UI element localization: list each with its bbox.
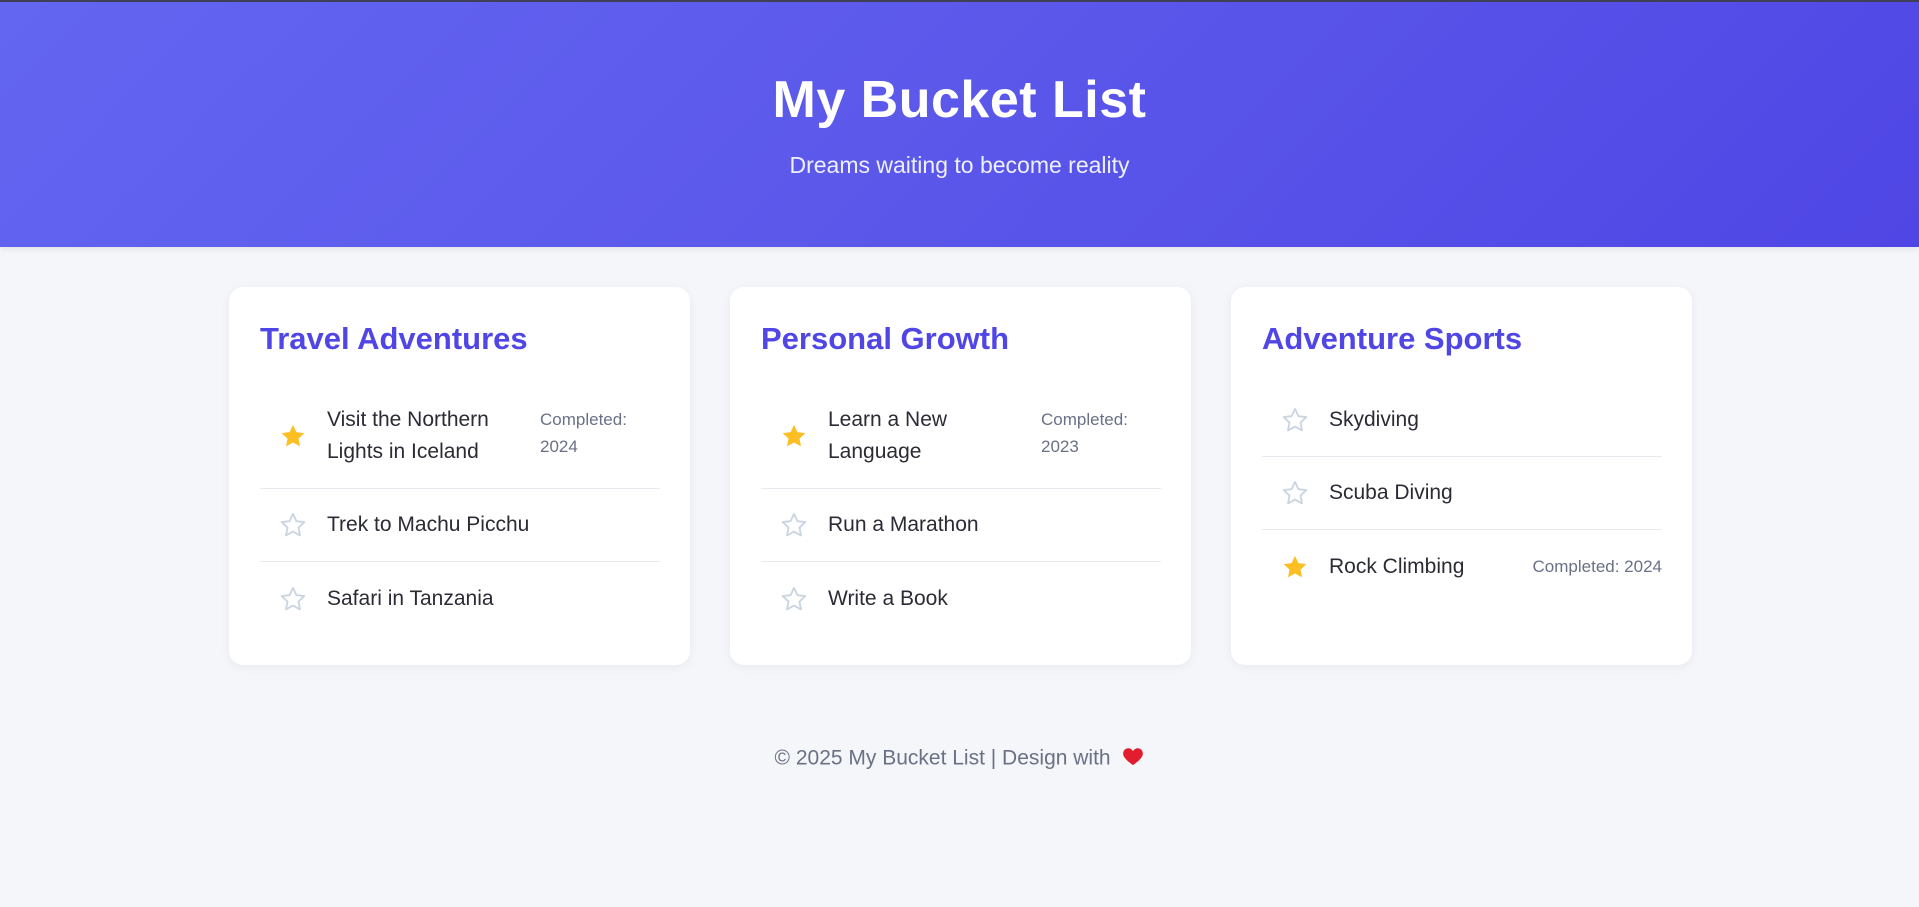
category-title: Travel Adventures xyxy=(260,321,528,356)
item-title: Write a Book xyxy=(828,586,948,610)
star-empty-icon[interactable] xyxy=(1280,405,1310,435)
star-filled-icon[interactable] xyxy=(278,421,308,451)
completed-label: Completed: 2023 xyxy=(1041,410,1128,456)
category-card-personal-growth: Personal Growth Learn a New Language Com… xyxy=(730,287,1191,665)
star-empty-icon[interactable] xyxy=(278,584,308,614)
page-title: My Bucket List xyxy=(772,71,1147,129)
star-empty-icon[interactable] xyxy=(779,510,809,540)
star-filled-icon[interactable] xyxy=(1280,552,1310,582)
star-empty-icon[interactable] xyxy=(278,510,308,540)
star-empty-icon[interactable] xyxy=(779,584,809,614)
list-item[interactable]: Write a Book xyxy=(761,562,1161,635)
item-title: Rock Climbing xyxy=(1329,554,1465,578)
list-item[interactable]: Skydiving xyxy=(1262,384,1662,457)
page-footer: © 2025 My Bucket List | Design with xyxy=(0,746,1919,772)
item-title: Run a Marathon xyxy=(828,513,979,536)
star-empty-icon[interactable] xyxy=(1280,478,1310,508)
category-title: Personal Growth xyxy=(761,321,1010,356)
list-item[interactable]: Safari in Tanzania xyxy=(260,562,660,635)
item-title: Safari in Tanzania xyxy=(327,586,494,610)
item-title: Trek to Machu Picchu xyxy=(327,513,530,536)
category-cards: Travel Adventures Visit the Northern Lig… xyxy=(229,287,1692,665)
footer-text: © 2025 My Bucket List | Design with xyxy=(774,746,1111,770)
category-card-travel: Travel Adventures Visit the Northern Lig… xyxy=(229,287,690,665)
item-title: Learn a New Language xyxy=(828,408,948,463)
item-title: Visit the Northern Lights in Iceland xyxy=(327,408,489,463)
completed-label: Completed: 2024 xyxy=(1532,557,1662,576)
hero-header: My Bucket List Dreams waiting to become … xyxy=(0,0,1919,247)
list-item[interactable]: Scuba Diving xyxy=(1262,457,1662,530)
list-item[interactable]: Rock Climbing Completed: 2024 xyxy=(1262,530,1662,603)
item-title: Scuba Diving xyxy=(1329,481,1453,504)
star-filled-icon[interactable] xyxy=(779,421,809,451)
list-item[interactable]: Visit the Northern Lights in Iceland Com… xyxy=(260,384,660,489)
category-card-adventure-sports: Adventure Sports Skydiving Scuba Diving … xyxy=(1231,287,1692,665)
page-subtitle: Dreams waiting to become reality xyxy=(789,152,1130,178)
list-item[interactable]: Run a Marathon xyxy=(761,489,1161,562)
completed-label: Completed: 2024 xyxy=(540,410,627,456)
list-item[interactable]: Trek to Machu Picchu xyxy=(260,489,660,562)
list-item[interactable]: Learn a New Language Completed: 2023 xyxy=(761,384,1161,489)
category-title: Adventure Sports xyxy=(1262,321,1523,356)
heart-icon xyxy=(1122,746,1144,772)
item-title: Skydiving xyxy=(1329,408,1419,431)
